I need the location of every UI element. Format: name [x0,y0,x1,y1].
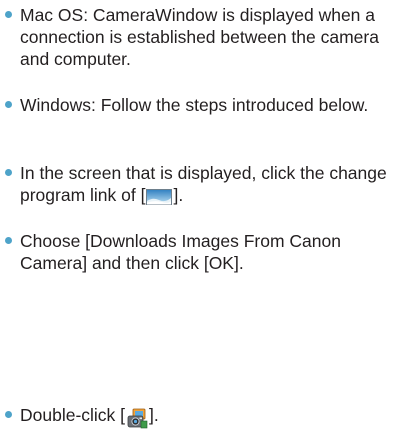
camerawindow-app-icon [125,408,149,430]
change-program-text-before: In the screen that is displayed, click t… [20,163,387,205]
change-program-text-after: ]. [173,185,184,205]
windows-text: Windows: Follow the steps introduced bel… [20,95,369,115]
list-item-change-program: In the screen that is displayed, click t… [5,162,390,210]
macos-text: Mac OS: CameraWindow is displayed when a… [20,5,379,69]
bullet-dot [5,169,12,176]
list-item-choose-download: Choose [Downloads Images From Canon Came… [5,230,390,274]
bullet-dot [5,11,12,18]
double-click-text-after: ]. [149,405,159,425]
bullet-dot [5,411,12,418]
double-click-text-before: Double-click [ [20,405,126,425]
list-item-macos: Mac OS: CameraWindow is displayed when a… [5,4,390,70]
bullet-dot [5,237,12,244]
list-item-double-click: Double-click [ ]. [5,404,390,430]
bullet-dot [5,101,12,108]
list-item-windows: Windows: Follow the steps introduced bel… [5,94,390,116]
landscape-picture-icon [145,188,173,210]
choose-download-text: Choose [Downloads Images From Canon Came… [20,231,341,273]
